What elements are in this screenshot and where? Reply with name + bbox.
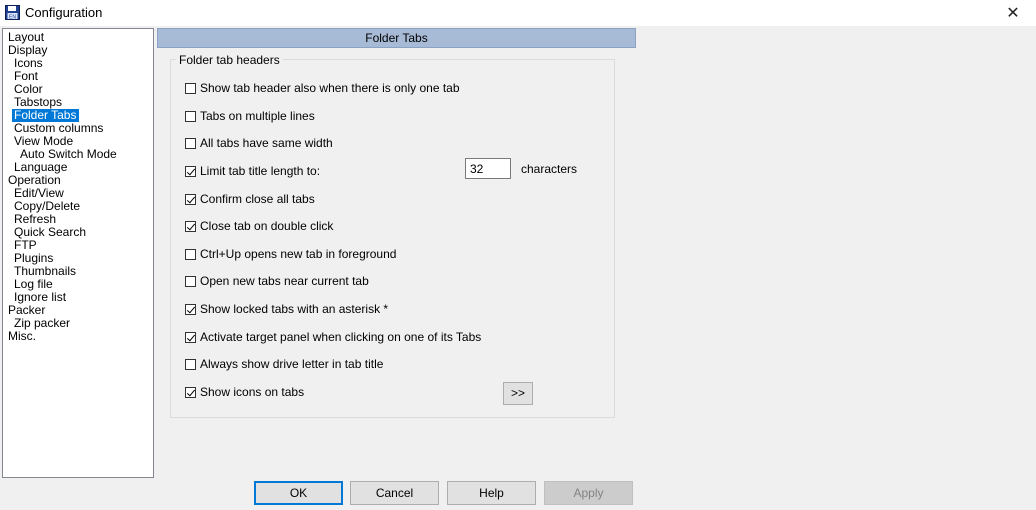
ok-button[interactable]: OK <box>254 481 343 505</box>
option-label: Always show drive letter in tab title <box>200 357 384 371</box>
option-row[interactable]: Show locked tabs with an asterisk * <box>185 301 388 317</box>
option-row[interactable]: Tabs on multiple lines <box>185 108 315 124</box>
option-row[interactable]: Show icons on tabs <box>185 384 304 400</box>
checkbox[interactable] <box>185 358 196 370</box>
checkbox[interactable] <box>185 386 196 398</box>
tree-item-misc[interactable]: Misc. <box>6 330 39 343</box>
option-label: Tabs on multiple lines <box>200 109 315 123</box>
option-label: Show tab header also when there is only … <box>200 81 460 95</box>
characters-label: characters <box>521 162 578 176</box>
svg-text:EN: EN <box>9 15 16 21</box>
option-row[interactable]: Open new tabs near current tab <box>185 273 369 289</box>
category-tree[interactable]: Layout Display Icons Font Color Tabstops Folde… <box>2 28 154 478</box>
checkbox[interactable] <box>185 110 196 122</box>
group-label: Folder tab headers <box>176 53 283 67</box>
option-label: All tabs have same width <box>200 136 333 150</box>
option-label: Open new tabs near current tab <box>200 274 369 288</box>
option-label: Limit tab title length to: <box>200 164 321 178</box>
option-label: Ctrl+Up opens new tab in foreground <box>200 247 397 261</box>
option-row[interactable]: Ctrl+Up opens new tab in foreground <box>185 246 396 262</box>
checkbox[interactable] <box>185 165 196 177</box>
option-label: Show icons on tabs <box>200 385 305 399</box>
help-button[interactable]: Help <box>447 481 536 505</box>
checkbox[interactable] <box>185 303 196 315</box>
option-label: Close tab on double click <box>200 219 334 233</box>
window-title: Configuration <box>25 5 103 20</box>
option-label: Show locked tabs with an asterisk * <box>200 302 389 316</box>
close-icon: ✕ <box>1006 5 1020 22</box>
option-row[interactable]: Limit tab title length to: <box>185 163 320 179</box>
option-row[interactable]: Always show drive letter in tab title <box>185 356 383 372</box>
checkbox[interactable] <box>185 220 196 232</box>
option-row[interactable]: Confirm close all tabs <box>185 191 315 207</box>
option-row[interactable]: Show tab header also when there is only … <box>185 80 460 96</box>
checkbox[interactable] <box>185 137 196 149</box>
option-row[interactable]: Activate target panel when clicking on o… <box>185 329 481 345</box>
checkbox[interactable] <box>185 331 196 343</box>
floppy-disk-icon: EN <box>5 5 20 20</box>
apply-button[interactable]: Apply <box>544 481 633 505</box>
option-row[interactable]: All tabs have same width <box>185 135 333 151</box>
cancel-button[interactable]: Cancel <box>350 481 439 505</box>
option-label: Activate target panel when clicking on o… <box>200 330 482 344</box>
checkbox[interactable] <box>185 275 196 287</box>
checkbox[interactable] <box>185 82 196 94</box>
checkbox[interactable] <box>185 193 196 205</box>
more-options-button[interactable]: >> <box>503 382 533 405</box>
option-label: Confirm close all tabs <box>200 192 315 206</box>
tab-title-length-input[interactable] <box>465 158 511 179</box>
option-row[interactable]: Close tab on double click <box>185 218 333 234</box>
close-button[interactable]: ✕ <box>990 0 1036 26</box>
title-bar: EN Configuration ✕ <box>0 0 1036 26</box>
checkbox[interactable] <box>185 248 196 260</box>
panel-header: Folder Tabs <box>157 28 636 48</box>
